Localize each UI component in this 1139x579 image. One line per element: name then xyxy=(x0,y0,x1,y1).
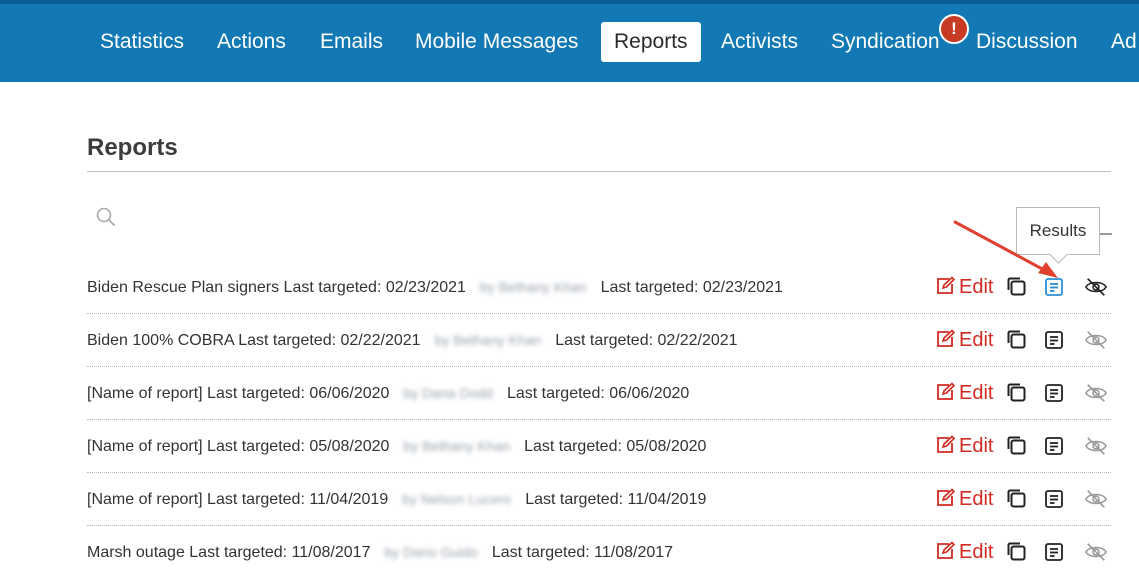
report-row-text: Biden Rescue Plan signers Last targeted:… xyxy=(87,261,783,314)
report-last-targeted: Last targeted: 02/22/2021 xyxy=(555,332,738,349)
edit-button[interactable]: Edit xyxy=(935,473,993,526)
collapse-handle[interactable] xyxy=(1100,233,1112,235)
report-last-targeted: Last targeted: 05/08/2020 xyxy=(524,438,707,455)
report-row[interactable]: Biden Rescue Plan signers Last targeted:… xyxy=(87,261,1111,314)
results-icon[interactable] xyxy=(1042,540,1066,564)
report-row[interactable]: Biden 100% COBRA Last targeted: 02/22/20… xyxy=(87,314,1111,367)
page-title: Reports xyxy=(87,134,178,161)
copy-icon[interactable] xyxy=(1005,275,1029,299)
nav-syndication[interactable]: Syndication xyxy=(831,22,940,62)
results-tooltip: Results xyxy=(1016,207,1100,255)
edit-icon xyxy=(937,329,956,347)
edit-label: Edit xyxy=(959,382,994,404)
edit-button[interactable]: Edit xyxy=(935,261,993,314)
report-author: by Bethany Khan xyxy=(479,279,587,295)
edit-label: Edit xyxy=(959,541,994,563)
copy-icon[interactable] xyxy=(1005,328,1029,352)
eye-slash-icon[interactable] xyxy=(1084,540,1108,564)
edit-button[interactable]: Edit xyxy=(935,314,993,367)
nav-emails[interactable]: Emails xyxy=(320,22,383,62)
eye-slash-icon[interactable] xyxy=(1084,275,1108,299)
report-author: by Dana Dodd xyxy=(403,385,493,401)
report-row[interactable]: [Name of report] Last targeted: 06/06/20… xyxy=(87,367,1111,420)
edit-icon xyxy=(937,276,956,294)
report-row[interactable]: Marsh outage Last targeted: 11/08/2017 by… xyxy=(87,526,1111,579)
report-row[interactable]: [Name of report] Last targeted: 05/08/20… xyxy=(87,420,1111,473)
report-row-text: [Name of report] Last targeted: 06/06/20… xyxy=(87,367,689,420)
edit-label: Edit xyxy=(959,435,994,457)
report-name[interactable]: [Name of report] Last targeted: 11/04/20… xyxy=(87,491,388,508)
report-last-targeted: Last targeted: 11/04/2019 xyxy=(525,491,707,508)
report-row-text: Biden 100% COBRA Last targeted: 02/22/20… xyxy=(87,314,738,367)
nav-mobile-messages[interactable]: Mobile Messages xyxy=(415,22,578,62)
report-last-targeted: Last targeted: 06/06/2020 xyxy=(506,385,690,402)
edit-button[interactable]: Edit xyxy=(935,526,993,579)
eye-slash-icon[interactable] xyxy=(1084,487,1108,511)
edit-button[interactable]: Edit xyxy=(935,367,993,420)
search-icon[interactable] xyxy=(95,206,117,228)
results-icon[interactable] xyxy=(1042,434,1066,458)
report-name[interactable]: [Name of report] Last targeted: 05/08/20… xyxy=(87,438,389,455)
results-icon[interactable] xyxy=(1042,328,1066,352)
nav-reports[interactable]: Reports xyxy=(601,22,701,62)
report-name[interactable]: Biden Rescue Plan signers Last targeted:… xyxy=(87,279,466,296)
nav-activists[interactable]: Activists xyxy=(721,22,798,62)
edit-label: Edit xyxy=(959,488,994,510)
results-icon[interactable] xyxy=(1042,381,1066,405)
report-name[interactable]: [Name of report] Last targeted: 06/06/20… xyxy=(87,385,389,402)
edit-label: Edit xyxy=(959,329,994,351)
report-row-text: [Name of report] Last targeted: 05/08/20… xyxy=(87,420,706,473)
results-icon[interactable] xyxy=(1042,275,1066,299)
edit-button[interactable]: Edit xyxy=(935,420,993,473)
topbar-accent-strip xyxy=(0,0,1139,4)
report-author: by Bethany Khan xyxy=(434,332,542,348)
title-divider xyxy=(87,171,1111,172)
copy-icon[interactable] xyxy=(1005,434,1029,458)
copy-icon[interactable] xyxy=(1005,540,1029,564)
report-row[interactable]: [Name of report] Last targeted: 11/04/20… xyxy=(87,473,1111,526)
nav-discussion[interactable]: Discussion xyxy=(976,22,1078,62)
nav-actions[interactable]: Actions xyxy=(217,22,286,62)
edit-icon xyxy=(937,382,956,400)
report-author: by Dario Guido xyxy=(384,544,478,560)
copy-icon[interactable] xyxy=(1005,487,1029,511)
nav-statistics[interactable]: Statistics xyxy=(100,22,184,62)
report-name[interactable]: Marsh outage Last targeted: 11/08/2017 xyxy=(87,544,370,561)
edit-icon xyxy=(937,541,956,559)
edit-icon xyxy=(937,435,956,453)
alert-icon: ! xyxy=(939,14,969,44)
edit-icon xyxy=(937,488,956,506)
report-name[interactable]: Biden 100% COBRA Last targeted: 02/22/20… xyxy=(87,332,421,349)
eye-slash-icon[interactable] xyxy=(1084,434,1108,458)
report-last-targeted: Last targeted: 02/23/2021 xyxy=(600,279,783,296)
eye-slash-icon[interactable] xyxy=(1084,381,1108,405)
report-last-targeted: Last targeted: 11/08/2017 xyxy=(491,544,674,561)
report-row-text: [Name of report] Last targeted: 11/04/20… xyxy=(87,473,706,526)
report-author: by Nelson Lucero xyxy=(402,491,512,507)
copy-icon[interactable] xyxy=(1005,381,1029,405)
nav-admin[interactable]: Ad xyxy=(1111,22,1137,62)
results-icon[interactable] xyxy=(1042,487,1066,511)
report-row-text: Marsh outage Last targeted: 11/08/2017 by… xyxy=(87,526,673,579)
top-navigation-bar: Statistics Actions Emails Mobile Message… xyxy=(0,0,1139,82)
eye-slash-icon[interactable] xyxy=(1084,328,1108,352)
report-author: by Bethany Khan xyxy=(403,438,511,454)
edit-label: Edit xyxy=(959,276,994,298)
